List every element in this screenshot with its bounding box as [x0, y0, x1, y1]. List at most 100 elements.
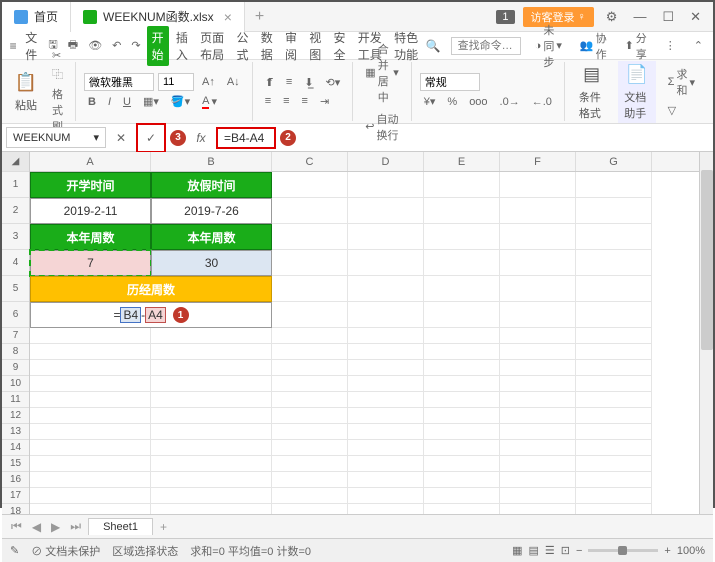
row-head[interactable]: 16 — [2, 472, 29, 488]
cell[interactable] — [424, 472, 500, 488]
share-button[interactable]: ⬆分享 — [621, 28, 651, 64]
cell[interactable] — [424, 424, 500, 440]
cell-b3[interactable]: 本年周数 — [151, 224, 272, 250]
cell[interactable] — [272, 424, 348, 440]
cell[interactable] — [30, 360, 151, 376]
row-head[interactable]: 8 — [2, 344, 29, 360]
sheet-tab-1[interactable]: Sheet1 — [88, 518, 153, 535]
cell[interactable] — [500, 376, 576, 392]
cell[interactable] — [151, 504, 272, 514]
cell[interactable] — [500, 328, 576, 344]
cell[interactable] — [576, 344, 652, 360]
align-left[interactable]: ≡ — [261, 93, 275, 109]
align-top[interactable]: ⬆̄ — [261, 74, 278, 91]
menu-layout[interactable]: 页面布局 — [195, 26, 229, 66]
cell[interactable] — [424, 198, 500, 224]
number-format[interactable] — [420, 73, 480, 91]
cell[interactable] — [424, 344, 500, 360]
cell[interactable] — [576, 276, 652, 302]
cell[interactable] — [424, 440, 500, 456]
tab-add-sheet[interactable]: + — [157, 520, 170, 534]
indent[interactable]: ⇥ — [316, 93, 333, 110]
cell[interactable] — [424, 250, 500, 276]
preview-icon[interactable]: 👁 — [84, 37, 106, 54]
cell[interactable] — [500, 440, 576, 456]
cell[interactable] — [151, 328, 272, 344]
align-bot[interactable]: ⬇̲ — [300, 74, 317, 91]
cell[interactable] — [500, 250, 576, 276]
cell[interactable] — [272, 472, 348, 488]
select-all[interactable]: ◢ — [2, 152, 29, 172]
cell[interactable] — [272, 376, 348, 392]
row-head[interactable]: 12 — [2, 408, 29, 424]
filter-button[interactable]: ▽ — [664, 102, 680, 119]
cell[interactable] — [348, 302, 424, 328]
collapse-icon[interactable]: ⌃ — [690, 37, 707, 54]
cell[interactable] — [500, 456, 576, 472]
cell[interactable] — [348, 488, 424, 504]
dec-font[interactable]: A↓ — [223, 74, 244, 90]
cell[interactable] — [576, 392, 652, 408]
cell[interactable] — [348, 424, 424, 440]
cell[interactable] — [424, 302, 500, 328]
cell[interactable] — [500, 504, 576, 514]
cell[interactable] — [151, 392, 272, 408]
comma[interactable]: ooo — [465, 94, 491, 110]
cell[interactable] — [424, 392, 500, 408]
cell[interactable] — [500, 488, 576, 504]
menu-security[interactable]: 安全 — [328, 26, 350, 66]
tab-next[interactable]: ▶ — [48, 520, 63, 534]
percent[interactable]: % — [443, 94, 461, 110]
cell[interactable] — [30, 424, 151, 440]
cell[interactable] — [500, 302, 576, 328]
cell[interactable] — [30, 504, 151, 514]
cell[interactable] — [576, 198, 652, 224]
cell[interactable] — [348, 172, 424, 198]
cell[interactable] — [348, 328, 424, 344]
row-head[interactable]: 5 — [2, 276, 29, 302]
cell[interactable] — [272, 360, 348, 376]
name-box[interactable]: WEEKNUM▾ — [6, 127, 106, 148]
cell[interactable] — [30, 376, 151, 392]
cell[interactable] — [348, 344, 424, 360]
cell[interactable] — [500, 392, 576, 408]
cell[interactable] — [348, 198, 424, 224]
merge-button[interactable]: ▦ 合并居中▾ — [361, 39, 402, 107]
col-head[interactable]: F — [500, 152, 576, 171]
cell[interactable] — [151, 424, 272, 440]
cell[interactable] — [348, 440, 424, 456]
cell[interactable] — [348, 250, 424, 276]
cell[interactable] — [500, 172, 576, 198]
cell[interactable] — [348, 408, 424, 424]
cell[interactable] — [272, 440, 348, 456]
cell[interactable] — [576, 488, 652, 504]
coop-button[interactable]: 👥协作 — [576, 28, 611, 64]
row-head[interactable]: 2 — [2, 198, 29, 224]
cell[interactable] — [151, 472, 272, 488]
cell[interactable] — [576, 472, 652, 488]
row-head[interactable]: 9 — [2, 360, 29, 376]
cell[interactable] — [151, 488, 272, 504]
col-head[interactable]: E — [424, 152, 500, 171]
view-page-icon[interactable]: ▤ — [528, 544, 538, 557]
cell[interactable] — [500, 424, 576, 440]
vertical-scrollbar[interactable] — [699, 152, 713, 514]
orient[interactable]: ⟲▾ — [322, 74, 345, 91]
align-mid[interactable]: ≡ — [282, 74, 296, 90]
cell-a6b6[interactable]: = B4 - A4 1 — [30, 302, 272, 328]
view-read-icon[interactable]: ⊡ — [561, 544, 570, 557]
cell-a1[interactable]: 开学时间 — [30, 172, 151, 198]
row-head[interactable]: 13 — [2, 424, 29, 440]
col-head[interactable]: C — [272, 152, 348, 171]
menu-data[interactable]: 数据 — [256, 26, 278, 66]
row-head[interactable]: 3 — [2, 224, 29, 250]
cell-b4[interactable]: 30 — [151, 250, 272, 276]
view-normal-icon[interactable]: ▦ — [512, 544, 522, 557]
cell[interactable] — [348, 276, 424, 302]
cell[interactable] — [30, 328, 151, 344]
tab-prev[interactable]: ◀ — [29, 520, 44, 534]
cond-format[interactable]: ▤ 条件格式 — [573, 61, 610, 123]
row-head[interactable]: 1 — [2, 172, 29, 198]
align-center[interactable]: ≡ — [279, 93, 293, 109]
fx-icon[interactable]: fx — [190, 127, 212, 149]
